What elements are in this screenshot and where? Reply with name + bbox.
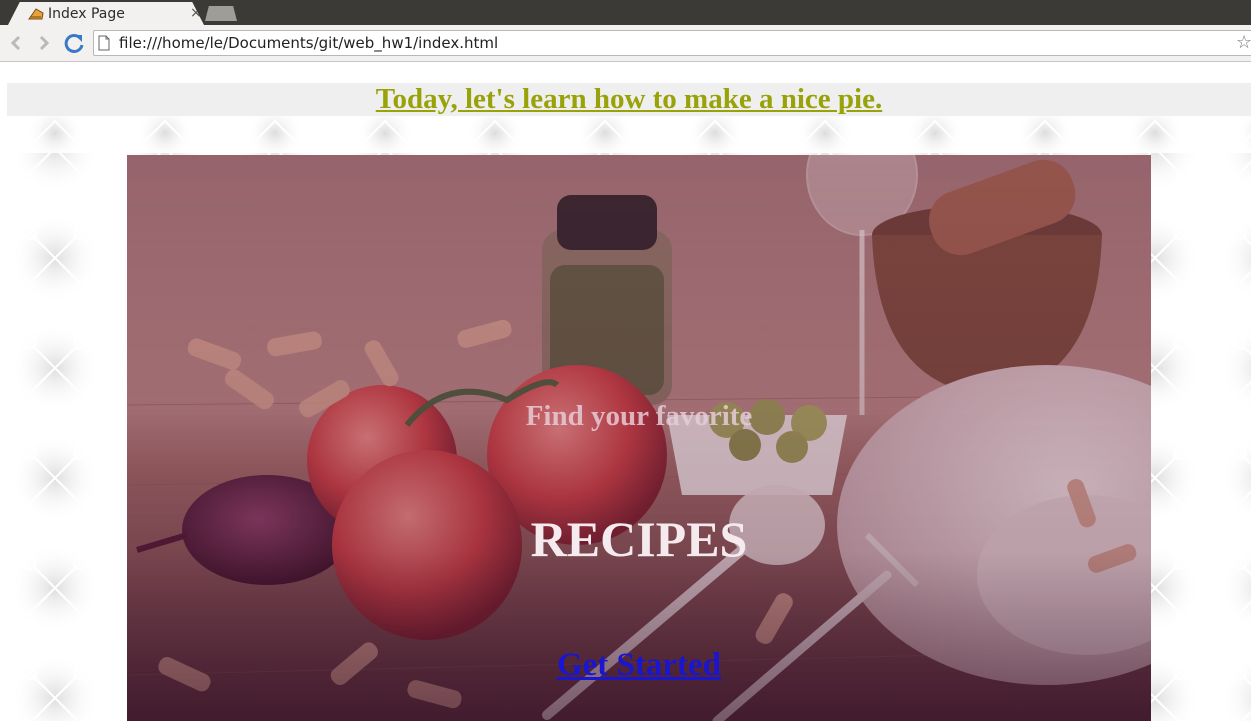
hero-section: Find your favorite RECIPES Get Started <box>127 155 1151 721</box>
star-icon[interactable]: ☆ <box>1236 32 1251 53</box>
tab-title: Index Page <box>48 6 125 22</box>
reload-icon <box>64 33 84 53</box>
hero-title: RECIPES <box>530 511 748 567</box>
address-bar[interactable]: file:///home/le/Documents/git/web_hw1/in… <box>93 30 1251 56</box>
new-tab-button[interactable] <box>205 6 237 21</box>
back-button[interactable] <box>5 32 27 54</box>
web-page: Today, let's learn how to make a nice pi… <box>0 63 1251 721</box>
tab-strip: Index Page × <box>0 0 1251 25</box>
get-started-link[interactable]: Get Started <box>557 647 721 683</box>
banner-link[interactable]: Today, let's learn how to make a nice pi… <box>376 83 882 115</box>
hero-tagline: Find your favorite <box>525 400 753 432</box>
tab-close-button[interactable]: × <box>190 5 202 21</box>
reload-button[interactable] <box>62 31 86 55</box>
url-text: file:///home/le/Documents/git/web_hw1/in… <box>119 34 499 52</box>
hero-background-image <box>127 155 1151 721</box>
pie-favicon-icon <box>28 8 44 20</box>
browser-toolbar: file:///home/le/Documents/git/web_hw1/in… <box>0 25 1251 62</box>
forward-arrow-icon <box>39 35 50 51</box>
forward-button[interactable] <box>33 32 55 54</box>
tab-index-page[interactable]: Index Page × <box>8 2 204 25</box>
banner-bar: Today, let's learn how to make a nice pi… <box>7 83 1251 116</box>
back-arrow-icon <box>10 35 21 51</box>
page-icon <box>98 35 110 51</box>
